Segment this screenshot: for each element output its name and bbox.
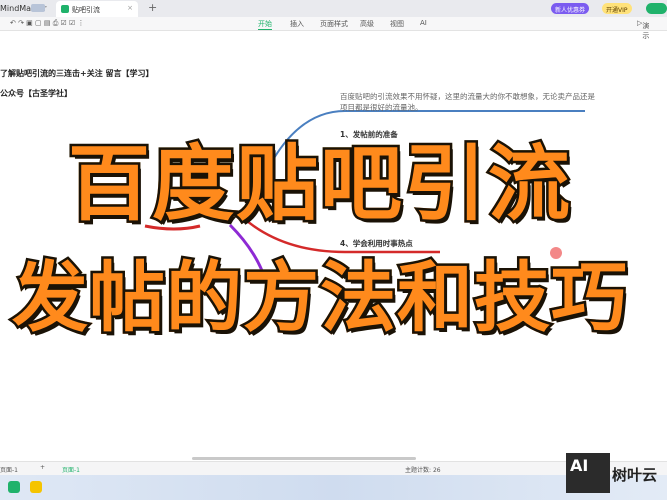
- horizontal-scrollbar[interactable]: [192, 457, 416, 460]
- canvas-note-1[interactable]: 了解贴吧引流的三连击+关注 留言【学习】: [0, 68, 154, 79]
- watermark-logo: AI: [566, 453, 610, 493]
- topic-count-value: 26: [432, 467, 441, 474]
- app-taskbar-icon[interactable]: [30, 481, 42, 493]
- topic-count: 主题计数: 26: [405, 465, 441, 474]
- page-tab[interactable]: 页面-1: [0, 465, 18, 474]
- topic-node-4[interactable]: 4、学会利用时事热点: [338, 239, 415, 248]
- topic-node-1[interactable]: 1、发帖前的准备: [338, 130, 400, 139]
- canvas-note-2[interactable]: 公众号【古圣学社】: [0, 88, 72, 99]
- page-link[interactable]: 页面-1: [62, 465, 80, 474]
- topic-description[interactable]: 百度贴吧的引流效果不用怀疑，这里的流量大的你不敢想象，无论卖产品还是项目都是很好…: [340, 91, 600, 113]
- watermark-text: 树叶云: [612, 466, 658, 484]
- topic-count-label: 主题计数:: [405, 467, 432, 474]
- add-page-button[interactable]: +: [40, 464, 45, 471]
- overlay-title-line-2: 发帖的方法和技巧: [10, 253, 630, 342]
- mindmaster-taskbar-icon[interactable]: [8, 481, 20, 493]
- overlay-title-line-1: 百度贴吧引流: [65, 137, 573, 232]
